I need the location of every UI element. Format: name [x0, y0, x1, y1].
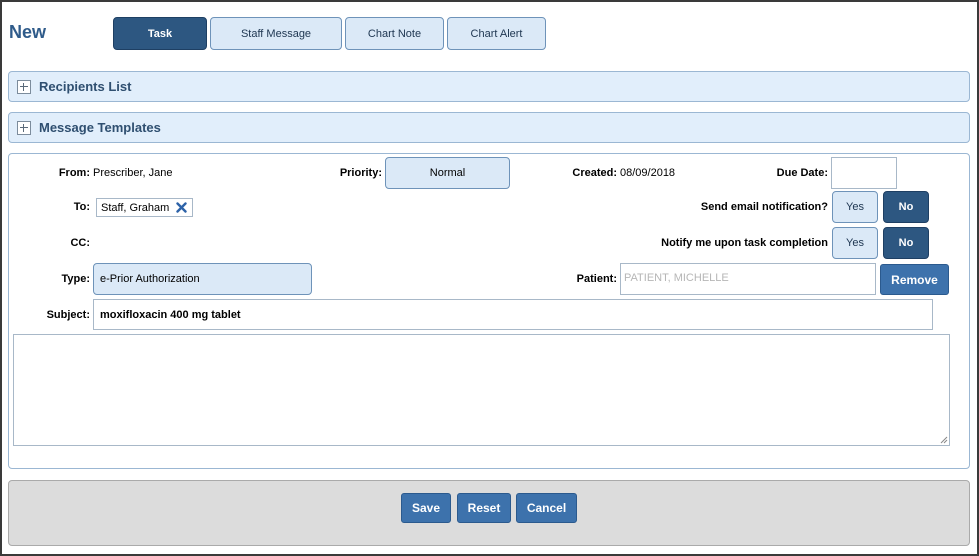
tab-task[interactable]: Task: [113, 17, 207, 50]
email-no-button[interactable]: No: [883, 191, 929, 223]
priority-label: Priority:: [339, 167, 382, 179]
message-body-textarea[interactable]: [13, 334, 950, 446]
priority-select[interactable]: Normal: [385, 157, 510, 189]
patient-input[interactable]: PATIENT, MICHELLE: [620, 263, 876, 295]
created-label: Created:: [572, 167, 617, 179]
cancel-button[interactable]: Cancel: [516, 493, 577, 523]
created-value: 08/09/2018: [620, 167, 676, 179]
message-templates-section[interactable]: Message Templates: [8, 112, 970, 143]
remove-patient-button[interactable]: Remove: [880, 264, 949, 295]
reset-button[interactable]: Reset: [457, 493, 511, 523]
email-yes-button[interactable]: Yes: [832, 191, 878, 223]
tab-chart-note[interactable]: Chart Note: [345, 17, 444, 50]
to-recipient-chip: Staff, Graham: [96, 198, 193, 217]
page-title: New: [9, 22, 47, 42]
close-x-icon[interactable]: [176, 202, 187, 213]
tab-chart-alert[interactable]: Chart Alert: [447, 17, 546, 50]
tab-staff-message[interactable]: Staff Message: [210, 17, 342, 50]
message-templates-label: Message Templates: [39, 120, 161, 135]
to-recipient-name: Staff, Graham: [101, 201, 170, 214]
email-notification-label: Send email notification?: [700, 201, 828, 213]
plus-box-icon[interactable]: [17, 79, 31, 94]
cc-label: CC:: [70, 237, 90, 249]
from-label: From:: [58, 167, 90, 179]
to-label: To:: [73, 201, 90, 213]
notify-yes-button[interactable]: Yes: [832, 227, 878, 259]
recipients-list-section[interactable]: Recipients List: [8, 71, 970, 102]
subject-label: Subject:: [46, 309, 90, 321]
plus-box-icon[interactable]: [17, 120, 31, 135]
recipients-list-label: Recipients List: [39, 79, 132, 94]
type-select[interactable]: e-Prior Authorization: [93, 263, 312, 295]
save-button[interactable]: Save: [401, 493, 451, 523]
from-value: Prescriber, Jane: [93, 167, 173, 179]
resize-handle-icon[interactable]: [939, 435, 948, 444]
due-date-label: Due Date:: [776, 167, 828, 179]
subject-input[interactable]: moxifloxacin 400 mg tablet: [93, 299, 933, 330]
patient-label: Patient:: [576, 273, 617, 285]
notify-no-button[interactable]: No: [883, 227, 929, 259]
type-label: Type:: [61, 273, 90, 285]
notify-completion-label: Notify me upon task completion: [661, 237, 828, 249]
due-date-input[interactable]: [831, 157, 897, 189]
